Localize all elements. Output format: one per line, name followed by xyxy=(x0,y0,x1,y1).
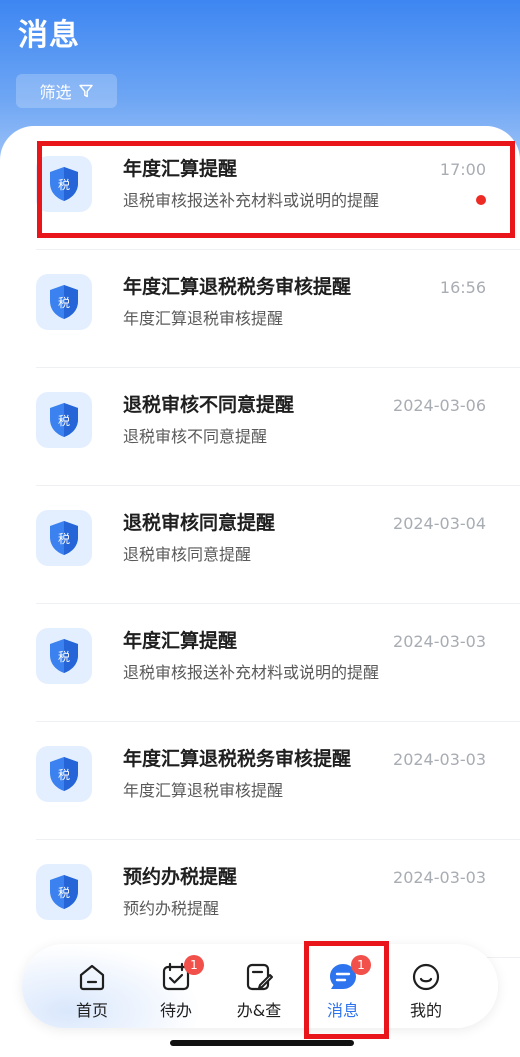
message-item[interactable]: 税 年度汇算退税税务审核提醒 年度汇算退税审核提醒 16:56 xyxy=(36,250,520,368)
tab-label: 办&查 xyxy=(236,1001,282,1020)
message-subtitle: 退税审核报送补充材料或说明的提醒 xyxy=(123,663,380,682)
tab-home[interactable]: 首页 xyxy=(52,955,132,1025)
message-subtitle: 预约办税提醒 xyxy=(123,899,220,918)
shield-glyph: 税 xyxy=(58,650,70,664)
message-title: 年度汇算提醒 xyxy=(123,630,238,652)
message-item[interactable]: 税 退税审核同意提醒 退税审核同意提醒 2024-03-04 xyxy=(36,486,520,604)
message-time: 16:56 xyxy=(439,278,486,297)
message-time: 2024-03-06 xyxy=(393,396,486,415)
message-item[interactable]: 税 预约办税提醒 预约办税提醒 2024-03-03 xyxy=(36,840,520,958)
tab-todo[interactable]: 1 待办 xyxy=(136,955,216,1025)
shield-glyph: 税 xyxy=(58,178,70,192)
messages-badge: 1 xyxy=(351,955,371,975)
message-title: 退税审核同意提醒 xyxy=(123,512,276,534)
tab-label: 待办 xyxy=(159,1001,192,1020)
tab-messages[interactable]: 1 消息 xyxy=(303,955,383,1025)
message-item[interactable]: 税 年度汇算退税税务审核提醒 年度汇算退税审核提醒 2024-03-03 xyxy=(36,722,520,840)
message-list: 税 年度汇算提醒 退税审核报送补充材料或说明的提醒 17:00 税 年度汇算退税… xyxy=(0,126,520,1057)
message-title: 年度汇算退税税务审核提醒 xyxy=(123,748,352,770)
message-time: 17:00 xyxy=(439,160,486,179)
message-time: 2024-03-03 xyxy=(393,750,486,769)
message-subtitle: 退税审核报送补充材料或说明的提醒 xyxy=(123,191,380,210)
tab-label: 消息 xyxy=(326,1001,359,1020)
profile-smile-icon xyxy=(412,963,440,991)
tab-profile[interactable]: 我的 xyxy=(386,955,466,1025)
message-time: 2024-03-04 xyxy=(393,514,486,533)
tax-shield-icon: 税 xyxy=(36,392,92,448)
tax-shield-icon: 税 xyxy=(36,274,92,330)
filter-button[interactable]: 筛选 xyxy=(16,74,117,108)
tax-shield-icon: 税 xyxy=(36,628,92,684)
tax-shield-icon: 税 xyxy=(36,746,92,802)
message-subtitle: 年度汇算退税审核提醒 xyxy=(123,309,284,328)
shield-glyph: 税 xyxy=(58,414,70,428)
shield-glyph: 税 xyxy=(58,886,70,900)
shield-glyph: 税 xyxy=(58,296,70,310)
message-title: 年度汇算退税税务审核提醒 xyxy=(123,276,352,298)
tab-label: 首页 xyxy=(75,1001,108,1020)
handle-query-icon xyxy=(246,963,273,991)
page-title: 消息 xyxy=(18,18,80,53)
tab-label: 我的 xyxy=(409,1001,442,1020)
message-subtitle: 年度汇算退税审核提醒 xyxy=(123,781,284,800)
message-title: 退税审核不同意提醒 xyxy=(123,394,295,416)
message-title: 年度汇算提醒 xyxy=(123,158,238,180)
home-icon xyxy=(79,964,105,991)
message-title: 预约办税提醒 xyxy=(123,866,238,888)
home-indicator xyxy=(170,1040,354,1046)
tax-shield-icon: 税 xyxy=(36,864,92,920)
message-item[interactable]: 税 年度汇算提醒 退税审核报送补充材料或说明的提醒 17:00 xyxy=(36,132,520,250)
message-time: 2024-03-03 xyxy=(393,868,486,887)
unread-dot xyxy=(476,195,486,205)
message-subtitle: 退税审核不同意提醒 xyxy=(123,427,268,446)
message-item[interactable]: 税 年度汇算提醒 退税审核报送补充材料或说明的提醒 2024-03-03 xyxy=(36,604,520,722)
shield-glyph: 税 xyxy=(58,532,70,546)
message-subtitle: 退税审核同意提醒 xyxy=(123,545,252,564)
message-time: 2024-03-03 xyxy=(393,632,486,651)
tax-shield-icon: 税 xyxy=(36,156,92,212)
tab-handle-query[interactable]: 办&查 xyxy=(219,955,299,1025)
message-item[interactable]: 税 退税审核不同意提醒 退税审核不同意提醒 2024-03-06 xyxy=(36,368,520,486)
shield-glyph: 税 xyxy=(58,768,70,782)
filter-label: 筛选 xyxy=(39,83,72,102)
todo-badge: 1 xyxy=(184,955,204,975)
filter-funnel-icon xyxy=(78,84,93,98)
tax-shield-icon: 税 xyxy=(36,510,92,566)
